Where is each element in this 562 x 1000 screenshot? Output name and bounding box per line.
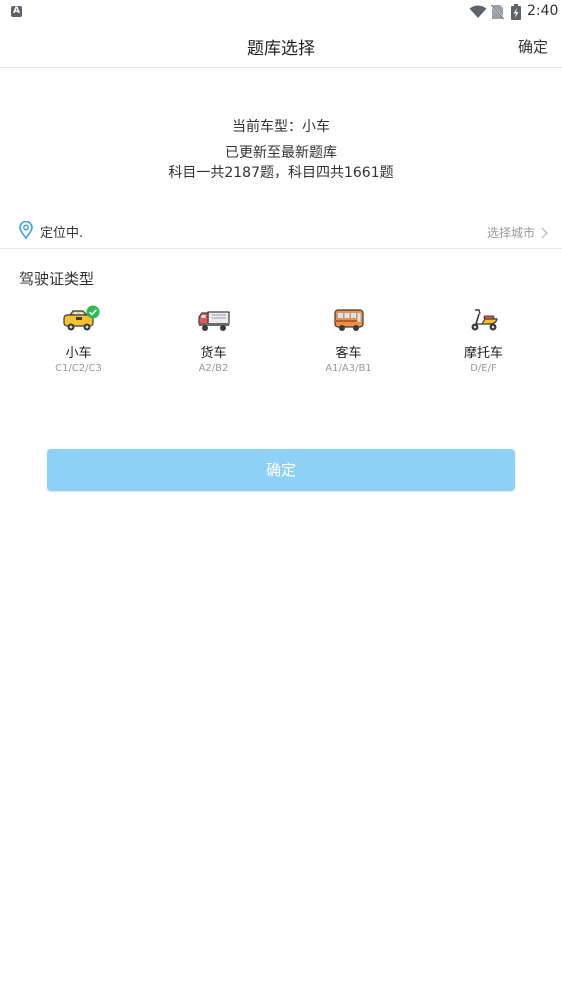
vehicle-classes: C1/C2/C3: [55, 363, 102, 374]
toolbar-confirm-button[interactable]: 确定: [518, 36, 548, 57]
location-status: 定位中.: [40, 226, 84, 241]
wifi-icon: [469, 5, 487, 18]
update-status-text: 已更新至最新题库: [225, 145, 337, 161]
vehicle-classes: D/E/F: [470, 363, 497, 374]
confirm-button[interactable]: 确定: [47, 449, 515, 491]
vehicle-label: 客车: [335, 346, 362, 361]
notification-a-icon: A: [11, 6, 22, 17]
scooter-icon: [471, 309, 498, 331]
no-sim-icon: [491, 4, 504, 20]
location-row: 定位中. 选择城市: [0, 216, 562, 249]
vehicle-option-motorcycle[interactable]: 摩托车 D/E/F: [416, 306, 551, 386]
toolbar: 题库选择 确定: [0, 24, 562, 68]
vehicle-classes: A1/A3/B1: [325, 363, 372, 374]
vehicle-label: 小车: [65, 346, 92, 361]
select-city-label: 选择城市: [486, 226, 535, 240]
select-city-button[interactable]: 选择城市: [487, 224, 548, 241]
vehicle-label: 摩托车: [463, 346, 503, 361]
license-type-title: 驾驶证类型: [19, 270, 95, 288]
selected-check-icon: [86, 305, 99, 319]
status-time: 2:40: [527, 3, 559, 19]
vehicle-classes: A2/B2: [198, 363, 229, 374]
location-pin-icon: [19, 221, 33, 239]
vehicle-label: 货车: [200, 346, 227, 361]
question-count-text: 科目一共2187题，科目四共1661题: [168, 165, 394, 181]
vehicle-option-truck[interactable]: 货车 A2/B2: [146, 306, 281, 386]
vehicle-option-car[interactable]: 小车 C1/C2/C3: [11, 305, 146, 386]
truck-icon: [197, 311, 230, 331]
vehicle-type-list: 小车 C1/C2/C3 货车 A2/B2 客车 A1/A3/B1 摩托车 D/E…: [11, 305, 551, 386]
vehicle-option-bus[interactable]: 客车 A1/A3/B1: [281, 306, 416, 386]
page-title: 题库选择: [247, 39, 315, 59]
chevron-right-icon: [541, 227, 548, 238]
battery-charging-icon: [511, 4, 521, 20]
current-vehicle-text: 当前车型：小车: [232, 119, 330, 135]
status-bar: A 2:40: [0, 0, 562, 24]
bus-icon: [333, 309, 364, 331]
